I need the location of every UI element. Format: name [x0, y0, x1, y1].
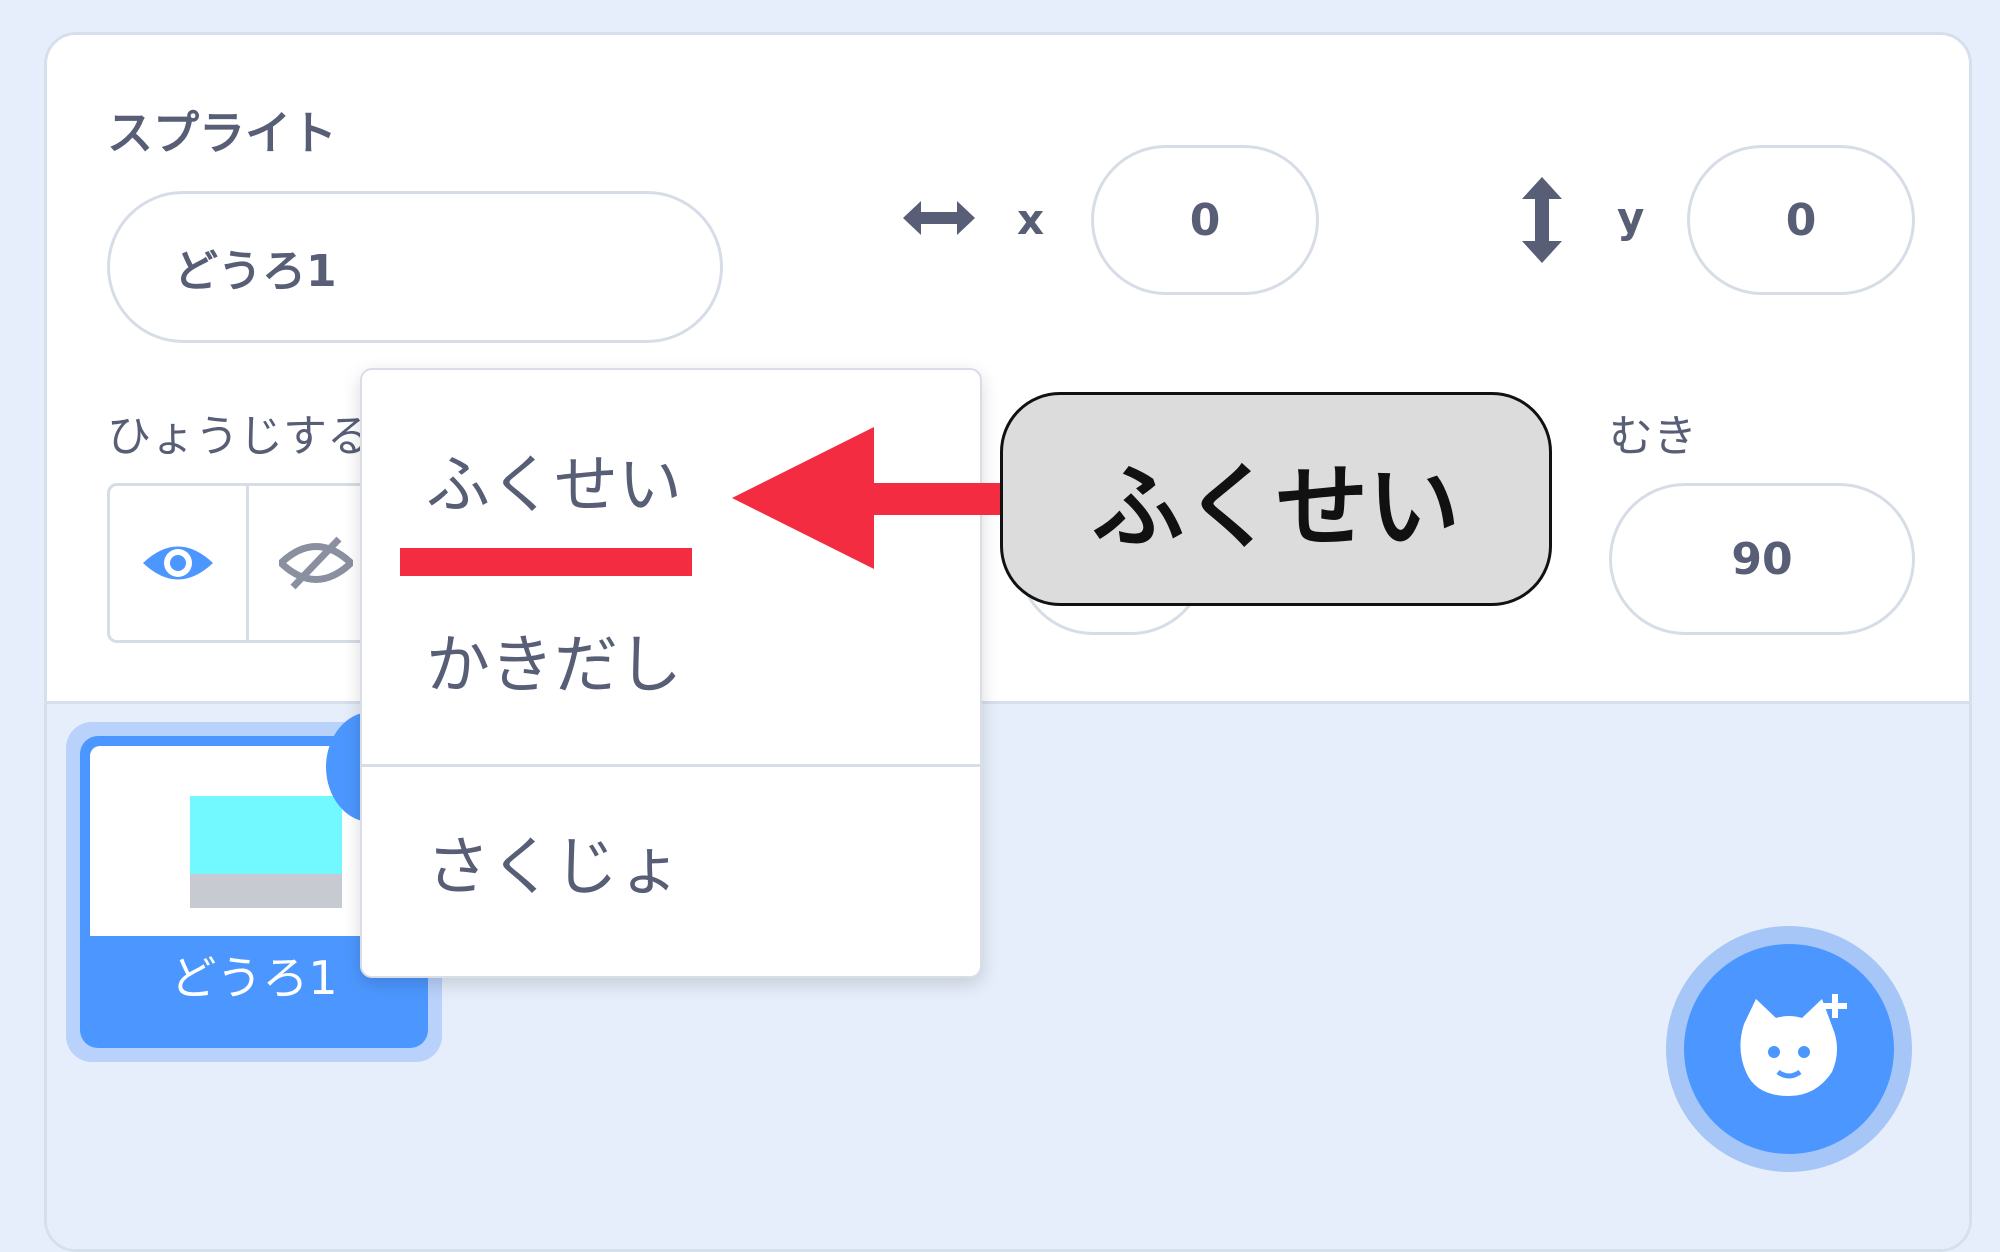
eye-icon — [142, 546, 213, 580]
add-sprite-button[interactable] — [1684, 944, 1894, 1154]
horizontal-arrows-icon — [903, 201, 975, 235]
y-label: y — [1617, 193, 1645, 242]
menu-item-duplicate[interactable]: ふくせい — [426, 434, 682, 526]
menu-item-delete[interactable]: さくじょ — [426, 816, 682, 908]
annotation-arrow — [732, 427, 1010, 569]
sprite-name-field[interactable]: どうろ1 — [107, 191, 723, 343]
menu-item-export[interactable]: かきだし — [426, 614, 682, 706]
visibility-toggle — [107, 483, 387, 643]
vertical-arrows-icon — [1522, 177, 1562, 263]
y-position-field[interactable]: 0 — [1687, 145, 1915, 295]
x-position-field[interactable]: 0 — [1091, 145, 1319, 295]
show-button[interactable] — [110, 486, 249, 640]
show-label: ひょうじする — [107, 411, 371, 462]
cat-plus-icon — [1740, 994, 1847, 1096]
annotation-underline — [400, 548, 692, 576]
direction-label: むき — [1609, 411, 1697, 462]
x-label: x — [1017, 195, 1045, 244]
sprite-heading: スプライト — [107, 106, 337, 160]
annotation-callout: ふくせい — [1000, 392, 1552, 606]
menu-divider — [362, 764, 980, 767]
eye-slash-icon — [279, 536, 354, 590]
direction-field[interactable]: 90 — [1609, 483, 1915, 635]
